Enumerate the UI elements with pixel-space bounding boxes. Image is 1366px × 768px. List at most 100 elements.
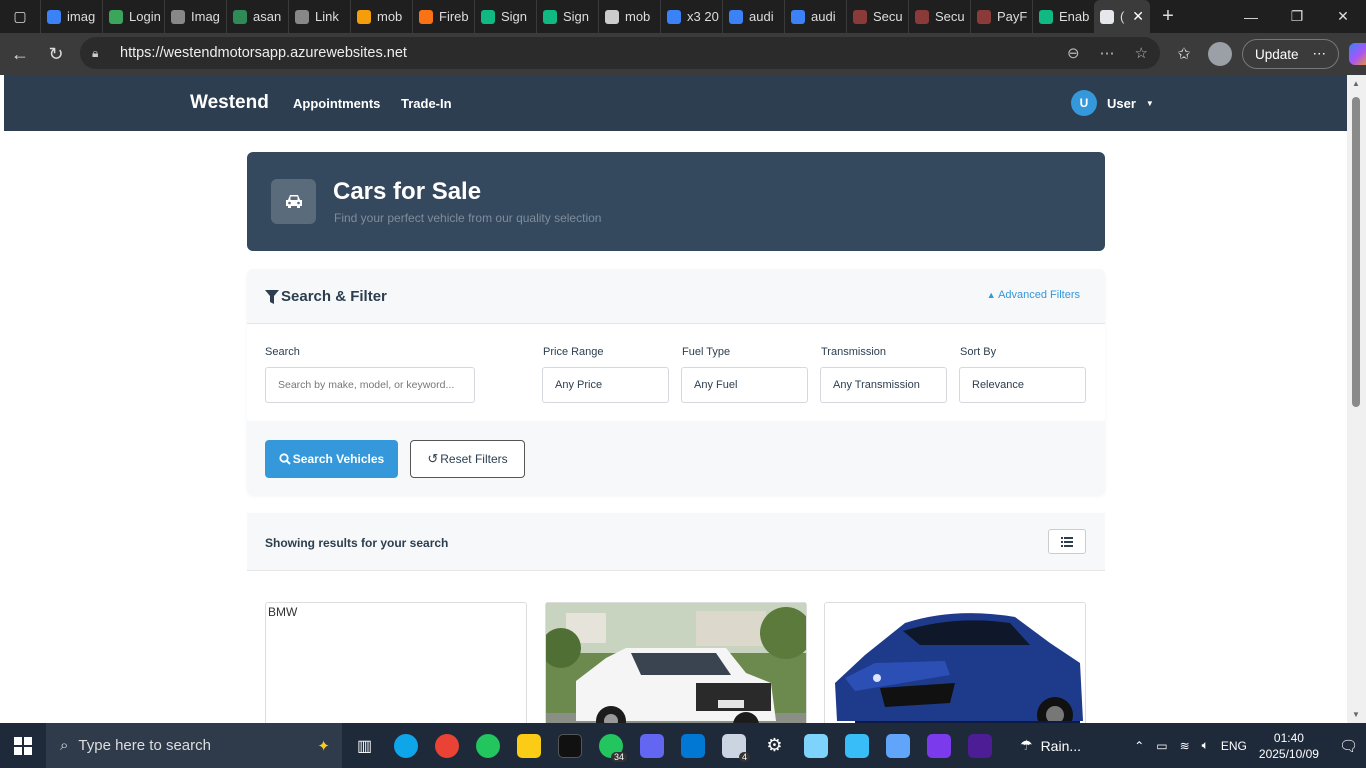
price-range-label: Price Range [543,346,604,358]
car-card[interactable] [824,602,1086,723]
browser-tab[interactable]: Enab [1032,0,1094,33]
anthropic-icon[interactable] [549,723,590,768]
volume-icon[interactable]: 🔈︎ [1202,738,1209,753]
vscode-icon[interactable] [672,723,713,768]
nav-appointments[interactable]: Appointments [293,96,380,111]
chevron-up-icon[interactable]: ⌃ [1134,739,1144,753]
list-icon [1061,536,1073,547]
back-icon[interactable]: ← [2,36,38,72]
app-icon[interactable] [631,723,672,768]
browser-tab[interactable]: PayF [970,0,1032,33]
refresh-icon[interactable]: ↻ [38,36,74,72]
close-icon[interactable]: ✕ [1132,8,1144,25]
battery-icon[interactable]: ▭ [1156,739,1167,753]
results-heading: Showing results for your search [265,536,449,550]
page-scrollbar[interactable]: ▲ ▼ [1347,75,1366,723]
tab-favicon-icon [419,9,433,24]
restore-icon[interactable]: ❐ [1274,0,1320,33]
browser-tab[interactable]: asan [226,0,288,33]
mail-icon[interactable]: 4 [713,723,754,768]
user-menu[interactable]: U User ▼ [1071,90,1154,116]
tab-favicon-icon [357,9,371,24]
car-card[interactable]: BMW [265,602,527,723]
edge-dev-icon[interactable] [385,723,426,768]
terminal-icon[interactable] [959,723,1000,768]
transmission-select[interactable]: Any Transmission [820,367,947,403]
weather-widget[interactable]: ☂ Rain... [1020,737,1081,754]
browser-tab[interactable]: Sign [474,0,536,33]
search-input[interactable]: Search by make, model, or keyword... [265,367,475,403]
tab-favicon-icon [729,9,743,24]
search-vehicles-button[interactable]: Search Vehicles [265,440,398,478]
browser-tab[interactable]: x3 20 [660,0,722,33]
browser-tab[interactable]: Secu [846,0,908,33]
browser-tab[interactable]: imag [40,0,102,33]
azure-storage-icon[interactable] [877,723,918,768]
tab-favicon-icon [233,9,247,24]
scroll-up-icon[interactable]: ▲ [1352,79,1360,88]
copilot-icon[interactable] [1349,43,1366,65]
sparkle-icon: ✦ [317,737,330,755]
scrollbar-thumb[interactable] [1352,97,1360,407]
settings-icon[interactable]: ⚙ [754,723,795,768]
price-range-select[interactable]: Any Price [542,367,669,403]
chevron-down-icon: ▼ [1145,98,1154,108]
visual-studio-icon[interactable] [918,723,959,768]
minimize-icon[interactable]: — [1228,0,1274,33]
task-view-icon[interactable]: ▥ [344,723,385,768]
browser-tab[interactable]: Link [288,0,350,33]
address-bar[interactable]: 🔒︎ https://westendmotorsapp.azurewebsite… [80,37,1160,69]
browser-tab[interactable]: Secu [908,0,970,33]
whatsapp-icon[interactable]: 34 [590,723,631,768]
url-text: https://westendmotorsapp.azurewebsites.n… [120,45,407,61]
tab-label: x3 20 [687,9,719,24]
windows-start-icon[interactable] [0,723,46,768]
chrome-icon[interactable] [426,723,467,768]
sort-by-select[interactable]: Relevance [959,367,1086,403]
close-window-icon[interactable]: ✕ [1320,0,1366,33]
favorite-star-icon[interactable]: ☆ [1135,44,1148,62]
sort-by-label: Sort By [960,346,997,358]
browser-tab[interactable]: Imag [164,0,226,33]
browser-tab[interactable]: Sign [536,0,598,33]
advanced-filters-toggle[interactable]: ▲ Advanced Filters [987,289,1080,301]
taskbar-search-input[interactable]: ⌕ Type here to search ✦ [46,723,342,768]
notifications-icon[interactable]: 🗨︎ [1339,737,1358,755]
reset-filters-button[interactable]: ↺ Reset Filters [410,440,525,478]
site-header: Westend Appointments Trade-In U User ▼ [4,75,1347,131]
browser-tab[interactable]: mob [598,0,660,33]
browser-tab[interactable]: mob [350,0,412,33]
file-explorer-icon[interactable] [508,723,549,768]
tab-favicon-icon [171,9,185,24]
zoom-icon[interactable]: ⊖ [1067,44,1080,62]
scroll-down-icon[interactable]: ▼ [1352,710,1360,719]
list-view-button[interactable] [1048,529,1086,554]
language-indicator[interactable]: ENG [1221,739,1247,753]
browser-tab[interactable]: Fireb [412,0,474,33]
tab-label: mob [625,9,651,24]
update-button[interactable]: Update ⋯ [1242,39,1340,69]
browser-tab[interactable]: Login [102,0,164,33]
avatar: U [1071,90,1097,116]
new-tab-button[interactable]: + [1150,0,1186,33]
profile-avatar[interactable] [1208,42,1232,66]
nav-trade-in[interactable]: Trade-In [401,96,452,111]
tab-active[interactable]: ( ✕ [1094,0,1150,33]
tab-favicon-icon [853,9,867,24]
fuel-type-select[interactable]: Any Fuel [681,367,808,403]
more-icon[interactable]: ⋯ [1100,44,1115,62]
tab-favicon-icon [977,9,991,24]
update-label: Update [1255,46,1299,62]
car-card[interactable] [545,602,807,723]
browser-tab[interactable]: audi [784,0,846,33]
app-icon[interactable] [795,723,836,768]
brand-logo[interactable]: Westend [190,92,269,114]
edge-icon[interactable] [467,723,508,768]
browser-tab[interactable]: audi [722,0,784,33]
wifi-icon[interactable]: ≋ [1180,739,1190,753]
tab-actions-icon[interactable]: ▢ [0,0,40,33]
clock[interactable]: 01:40 2025/10/09 [1259,730,1319,762]
favorites-icon[interactable]: ✩ [1170,40,1198,68]
azure-storage-icon[interactable] [836,723,877,768]
site-info-icon[interactable]: 🔒︎ [92,46,106,61]
